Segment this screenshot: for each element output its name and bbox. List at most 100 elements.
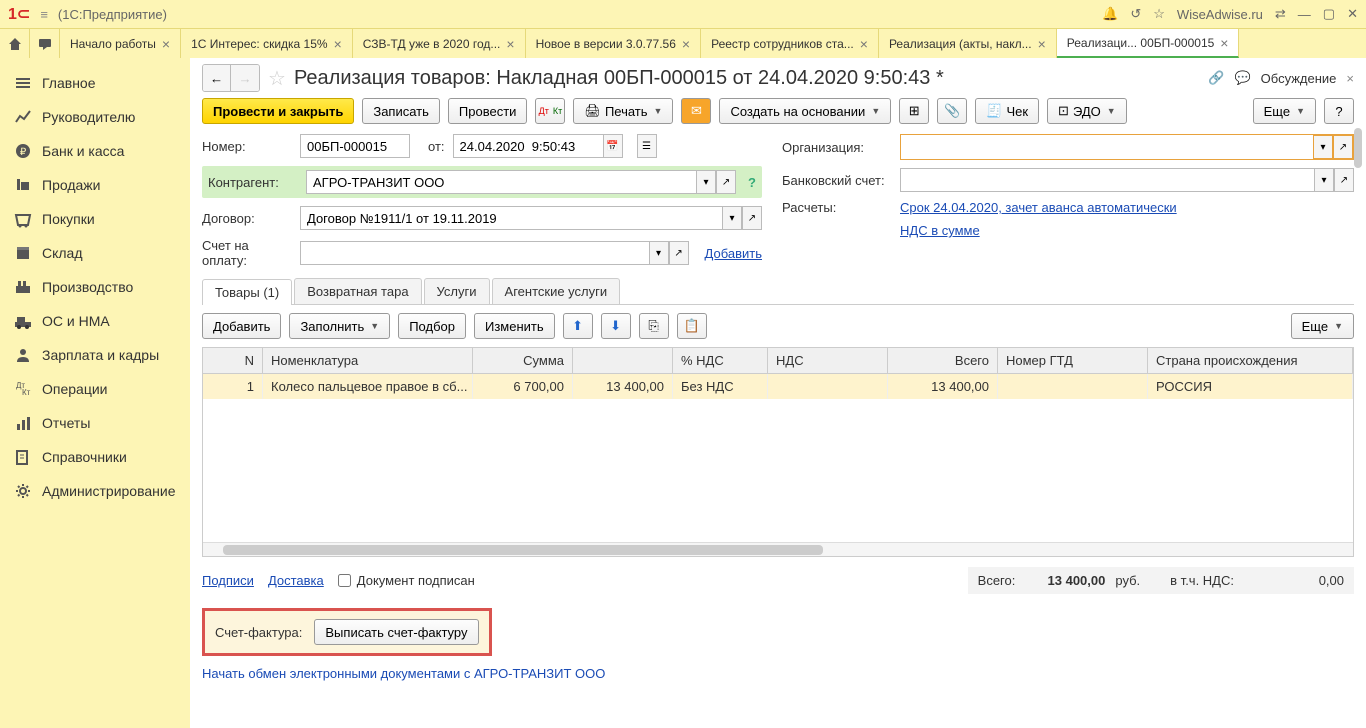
- v-scrollbar[interactable]: [1354, 128, 1364, 718]
- col-nds[interactable]: НДС: [768, 348, 888, 373]
- dropdown-icon[interactable]: ▾: [1314, 168, 1334, 192]
- sidebar-item-hr[interactable]: Зарплата и кадры: [0, 338, 190, 372]
- check-button[interactable]: 🧾Чек: [975, 98, 1039, 124]
- close-page[interactable]: ×: [1346, 71, 1354, 86]
- post-close-button[interactable]: Провести и закрыть: [202, 98, 354, 124]
- sidebar-item-reports[interactable]: Отчеты: [0, 406, 190, 440]
- close-icon[interactable]: ×: [860, 36, 868, 52]
- close-icon[interactable]: ×: [506, 36, 514, 52]
- add-row-button[interactable]: Добавить: [202, 313, 281, 339]
- dropdown-icon[interactable]: ▾: [649, 241, 669, 265]
- close-icon[interactable]: ×: [682, 36, 690, 52]
- tab-realiz-doc[interactable]: Реализаци... 00БП-000015×: [1057, 29, 1240, 58]
- dropdown-icon[interactable]: ▾: [696, 170, 716, 194]
- create-based-button[interactable]: Создать на основании▼: [719, 98, 891, 124]
- close-icon[interactable]: ×: [1220, 35, 1228, 51]
- sidebar-item-assets[interactable]: ОС и НМА: [0, 304, 190, 338]
- nds-link[interactable]: НДС в сумме: [900, 223, 980, 238]
- chat-button[interactable]: [30, 29, 60, 58]
- window-maximize[interactable]: ▢: [1323, 6, 1335, 22]
- sidebar-item-admin[interactable]: Администрирование: [0, 474, 190, 508]
- close-icon[interactable]: ×: [162, 36, 170, 52]
- settings-icon[interactable]: ⇄: [1275, 6, 1286, 22]
- star-icon[interactable]: ☆: [1153, 6, 1165, 22]
- tab-interest[interactable]: 1С Интерес: скидка 15%×: [181, 29, 353, 58]
- discuss-icon[interactable]: 💬: [1234, 70, 1250, 86]
- favorite-star-icon[interactable]: ☆: [268, 66, 286, 91]
- calc-link[interactable]: Срок 24.04.2020, зачет аванса автоматиче…: [900, 200, 1177, 215]
- open-icon[interactable]: ↗: [1333, 135, 1353, 159]
- col-total[interactable]: Всего: [888, 348, 998, 373]
- window-close[interactable]: ✕: [1347, 6, 1358, 22]
- structure-button[interactable]: ⊞: [899, 98, 929, 124]
- col-country[interactable]: Страна происхождения: [1148, 348, 1353, 373]
- history-icon[interactable]: ↺: [1130, 6, 1141, 22]
- help-contragent[interactable]: ?: [748, 175, 756, 190]
- contragent-input[interactable]: [306, 170, 696, 194]
- tab-services[interactable]: Услуги: [424, 278, 490, 304]
- delivery-link[interactable]: Доставка: [268, 573, 324, 588]
- paste-button[interactable]: 📋: [677, 313, 707, 339]
- list-icon[interactable]: ☰: [637, 134, 657, 158]
- sidebar-item-purchases[interactable]: Покупки: [0, 202, 190, 236]
- col-sum[interactable]: Сумма: [473, 348, 573, 373]
- h-scrollbar[interactable]: [203, 542, 1353, 556]
- more-button[interactable]: Еще▼: [1253, 98, 1316, 124]
- copy-button[interactable]: ⎘: [639, 313, 669, 339]
- col-gtd[interactable]: Номер ГТД: [998, 348, 1148, 373]
- tab-goods[interactable]: Товары (1): [202, 279, 292, 305]
- close-icon[interactable]: ×: [334, 36, 342, 52]
- sidebar-item-bank[interactable]: ₽Банк и касса: [0, 134, 190, 168]
- open-icon[interactable]: ↗: [716, 170, 736, 194]
- signed-checkbox[interactable]: Документ подписан: [338, 573, 475, 588]
- nav-forward[interactable]: →: [231, 65, 259, 91]
- sidebar-item-main[interactable]: Главное: [0, 66, 190, 100]
- edit-button[interactable]: Изменить: [474, 313, 555, 339]
- discuss-label[interactable]: Обсуждение: [1261, 71, 1337, 86]
- sidebar-item-production[interactable]: Производство: [0, 270, 190, 304]
- edo-exchange-link[interactable]: Начать обмен электронными документами с …: [202, 660, 1354, 681]
- tab-reestr[interactable]: Реестр сотрудников ста...×: [701, 29, 879, 58]
- fill-button[interactable]: Заполнить▼: [289, 313, 390, 339]
- signatures-link[interactable]: Подписи: [202, 573, 254, 588]
- home-button[interactable]: [0, 29, 30, 58]
- sidebar-item-catalogs[interactable]: Справочники: [0, 440, 190, 474]
- close-icon[interactable]: ×: [1038, 36, 1046, 52]
- open-icon[interactable]: ↗: [742, 206, 762, 230]
- contract-input[interactable]: [300, 206, 722, 230]
- table-row[interactable]: 1 Колесо пальцевое правое в сб... 6 700,…: [203, 374, 1353, 399]
- bell-icon[interactable]: 🔔: [1102, 6, 1118, 22]
- window-minimize[interactable]: —: [1298, 7, 1311, 22]
- sidebar-item-warehouse[interactable]: Склад: [0, 236, 190, 270]
- link-icon[interactable]: 🔗: [1208, 70, 1224, 86]
- attach-button[interactable]: 📎: [937, 98, 967, 124]
- tab-news[interactable]: Новое в версии 3.0.77.56×: [526, 29, 702, 58]
- email-button[interactable]: ✉: [681, 98, 711, 124]
- site-link[interactable]: WiseAdwise.ru: [1177, 7, 1263, 22]
- tab-realiz-list[interactable]: Реализация (акты, накл...×: [879, 29, 1057, 58]
- tab-tara[interactable]: Возвратная тара: [294, 278, 421, 304]
- open-icon[interactable]: ↗: [669, 241, 689, 265]
- bank-input[interactable]: [900, 168, 1314, 192]
- save-button[interactable]: Записать: [362, 98, 440, 124]
- org-input[interactable]: [901, 135, 1313, 159]
- sidebar-item-sales[interactable]: Продажи: [0, 168, 190, 202]
- dtkt-button[interactable]: ДтКт: [535, 98, 565, 124]
- menu-icon[interactable]: ≡: [40, 7, 48, 22]
- tab-szvtd[interactable]: СЗВ-ТД уже в 2020 год...×: [353, 29, 526, 58]
- help-button[interactable]: ?: [1324, 98, 1354, 124]
- nav-back[interactable]: ←: [203, 65, 231, 91]
- date-input[interactable]: [453, 134, 603, 158]
- invoice-input[interactable]: [300, 241, 649, 265]
- tab-agent[interactable]: Агентские услуги: [492, 278, 621, 304]
- sidebar-item-manager[interactable]: Руководителю: [0, 100, 190, 134]
- calendar-icon[interactable]: 📅: [603, 134, 623, 158]
- dropdown-icon[interactable]: ▾: [1313, 135, 1333, 159]
- edo-button[interactable]: ⊡ЭДО▼: [1047, 98, 1127, 124]
- open-icon[interactable]: ↗: [1334, 168, 1354, 192]
- select-button[interactable]: Подбор: [398, 313, 466, 339]
- sidebar-item-operations[interactable]: ДтКтОперации: [0, 372, 190, 406]
- add-invoice-link[interactable]: Добавить: [705, 246, 762, 261]
- col-nomenclature[interactable]: Номенклатура: [263, 348, 473, 373]
- sf-write-button[interactable]: Выписать счет-фактуру: [314, 619, 478, 645]
